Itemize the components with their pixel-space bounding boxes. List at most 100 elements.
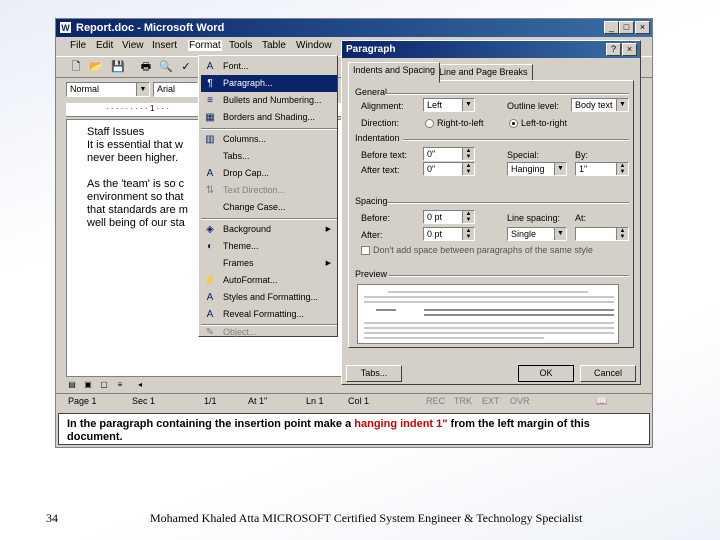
minimize-button[interactable]: _ <box>604 21 619 34</box>
menu-item-label: Object... <box>223 327 257 337</box>
submenu-arrow-icon: ▶ <box>325 260 331 267</box>
alignment-select[interactable]: Left ▼ <box>423 98 475 112</box>
line-spacing-label: Line spacing: <box>507 213 561 223</box>
menu-edit[interactable]: Edit <box>96 40 113 51</box>
spacing-heading: Spacing <box>355 196 388 206</box>
status-line: Ln 1 <box>306 396 324 406</box>
help-button[interactable]: ? <box>606 43 621 56</box>
tab-indents-spacing[interactable]: Indents and Spacing <box>348 62 441 83</box>
preview-line <box>424 309 614 311</box>
before-text-spinner[interactable]: 0" ▲ ▼ <box>423 147 475 161</box>
menu-item-frames[interactable]: Frames ▶ <box>201 255 337 272</box>
spacing-before-spinner[interactable]: 0 pt ▲ ▼ <box>423 210 475 224</box>
spacing-after-spinner[interactable]: 0 pt ▲ ▼ <box>423 227 475 241</box>
by-label: By: <box>575 150 589 160</box>
outline-level-select[interactable]: Body text ▼ <box>571 98 629 112</box>
dialog-close-button[interactable]: × <box>622 43 637 56</box>
outline-view-icon[interactable]: ≡ <box>112 377 128 392</box>
theme-icon: ◐ <box>206 241 214 252</box>
save-icon[interactable]: 💾 <box>110 60 126 75</box>
spacing-before-value: 0 pt <box>427 212 443 222</box>
menu-item-change-case[interactable]: Change Case... <box>201 199 337 216</box>
print-icon[interactable]: 🖶 <box>138 60 154 75</box>
close-button[interactable]: × <box>635 21 650 34</box>
menu-item-columns[interactable]: ▥ Columns... <box>201 131 337 148</box>
ok-button[interactable]: OK <box>518 365 574 382</box>
word-window: W Report.doc - Microsoft Word _ □ × File… <box>55 18 653 448</box>
open-icon[interactable]: 📂 <box>88 60 104 75</box>
normal-view-icon[interactable]: ▤ <box>64 377 80 392</box>
at-spinner[interactable]: ▲ ▼ <box>575 227 629 241</box>
menu-item-font[interactable]: A Font... <box>201 58 337 75</box>
print-preview-icon[interactable]: 🔍 <box>158 60 174 75</box>
paragraph-icon: ¶ <box>207 78 213 89</box>
status-ovr[interactable]: OVR <box>510 396 530 406</box>
menu-item-paragraph[interactable]: ¶ Paragraph... <box>201 75 337 92</box>
by-spinner[interactable]: 1" ▲ ▼ <box>575 162 629 176</box>
preview-heading: Preview <box>355 269 388 279</box>
menu-window[interactable]: Window <box>296 40 332 51</box>
menu-tools[interactable]: Tools <box>229 40 252 51</box>
preview-line <box>364 327 614 329</box>
spinner-arrows-icon: ▲ ▼ <box>462 163 474 175</box>
status-rec[interactable]: REC <box>426 396 445 406</box>
line-spacing-select[interactable]: Single ▼ <box>507 227 567 241</box>
menu-item-label: Background <box>223 224 272 234</box>
menu-item-background[interactable]: ◈ Background ▶ <box>201 221 337 238</box>
after-text-value: 0" <box>427 164 436 174</box>
menu-insert[interactable]: Insert <box>152 40 177 51</box>
web-view-icon[interactable]: ▣ <box>80 377 96 392</box>
menu-item-styles[interactable]: A Styles and Formatting... <box>201 289 337 306</box>
spinner-arrows-icon: ▲ ▼ <box>616 228 628 240</box>
menu-view[interactable]: View <box>122 40 144 51</box>
menu-item-borders[interactable]: ▦ Borders and Shading... <box>201 109 337 126</box>
menu-item-label: Columns... <box>223 134 267 144</box>
menu-format[interactable]: Format <box>188 40 222 51</box>
menu-item-bullets[interactable]: ≡ Bullets and Numbering... <box>201 92 337 109</box>
menu-item-label: Font... <box>223 61 249 71</box>
print-layout-icon[interactable]: ▢ <box>96 377 112 392</box>
dont-add-space-label: Don't add space between paragraphs of th… <box>373 245 593 255</box>
font-value: Arial <box>157 84 176 94</box>
tabs-button[interactable]: Tabs... <box>346 365 402 382</box>
after-text-spinner[interactable]: 0" ▲ ▼ <box>423 162 475 176</box>
instruction-text: In the paragraph containing the insertio… <box>67 418 355 430</box>
style-combo[interactable]: Normal ▼ <box>66 82 150 97</box>
special-select[interactable]: Hanging ▼ <box>507 162 567 176</box>
scroll-left-icon[interactable]: ◂ <box>132 377 148 392</box>
menu-item-label: Styles and Formatting... <box>223 292 319 302</box>
menu-item-tabs[interactable]: Tabs... <box>201 148 337 165</box>
cancel-button[interactable]: Cancel <box>580 365 636 382</box>
title-bar: W Report.doc - Microsoft Word <box>56 19 652 37</box>
status-bar: Page 1 Sec 1 1/1 At 1" Ln 1 Col 1 REC TR… <box>56 393 652 409</box>
menu-item-label: Change Case... <box>223 202 286 212</box>
dont-add-space-checkbox[interactable] <box>361 246 370 255</box>
menu-file[interactable]: File <box>70 40 86 51</box>
spinner-arrows-icon: ▲ ▼ <box>462 148 474 160</box>
doc-line: environment so that <box>87 191 184 203</box>
ltr-radio[interactable] <box>509 119 518 128</box>
menu-item-drop-cap[interactable]: A Drop Cap... <box>201 165 337 182</box>
new-icon[interactable]: 🗋 <box>68 60 84 75</box>
format-menu: A Font... ¶ Paragraph... ≡ Bullets and N… <box>198 55 338 338</box>
spelling-icon[interactable]: ✓ <box>178 60 194 75</box>
menu-table[interactable]: Table <box>262 40 286 51</box>
menu-item-label: Text Direction... <box>223 185 286 195</box>
doc-line: It is essential that w <box>87 139 183 151</box>
status-ext[interactable]: EXT <box>482 396 500 406</box>
doc-line: well being of our sta <box>87 217 185 229</box>
preview-line <box>364 337 544 339</box>
special-label: Special: <box>507 150 540 160</box>
status-trk[interactable]: TRK <box>454 396 472 406</box>
outline-level-value: Body text <box>575 100 613 110</box>
preview-line <box>364 332 614 334</box>
menu-item-reveal[interactable]: A Reveal Formatting... <box>201 306 337 323</box>
menu-item-theme[interactable]: ◐ Theme... <box>201 238 337 255</box>
maximize-button[interactable]: □ <box>619 21 634 34</box>
font-combo[interactable]: Arial <box>153 82 198 97</box>
menu-item-label: Bullets and Numbering... <box>223 95 322 105</box>
rtl-radio[interactable] <box>425 119 434 128</box>
menu-item-autoformat[interactable]: ⚡ AutoFormat... <box>201 272 337 289</box>
font-icon: A <box>206 61 214 72</box>
group-divider <box>387 202 629 204</box>
